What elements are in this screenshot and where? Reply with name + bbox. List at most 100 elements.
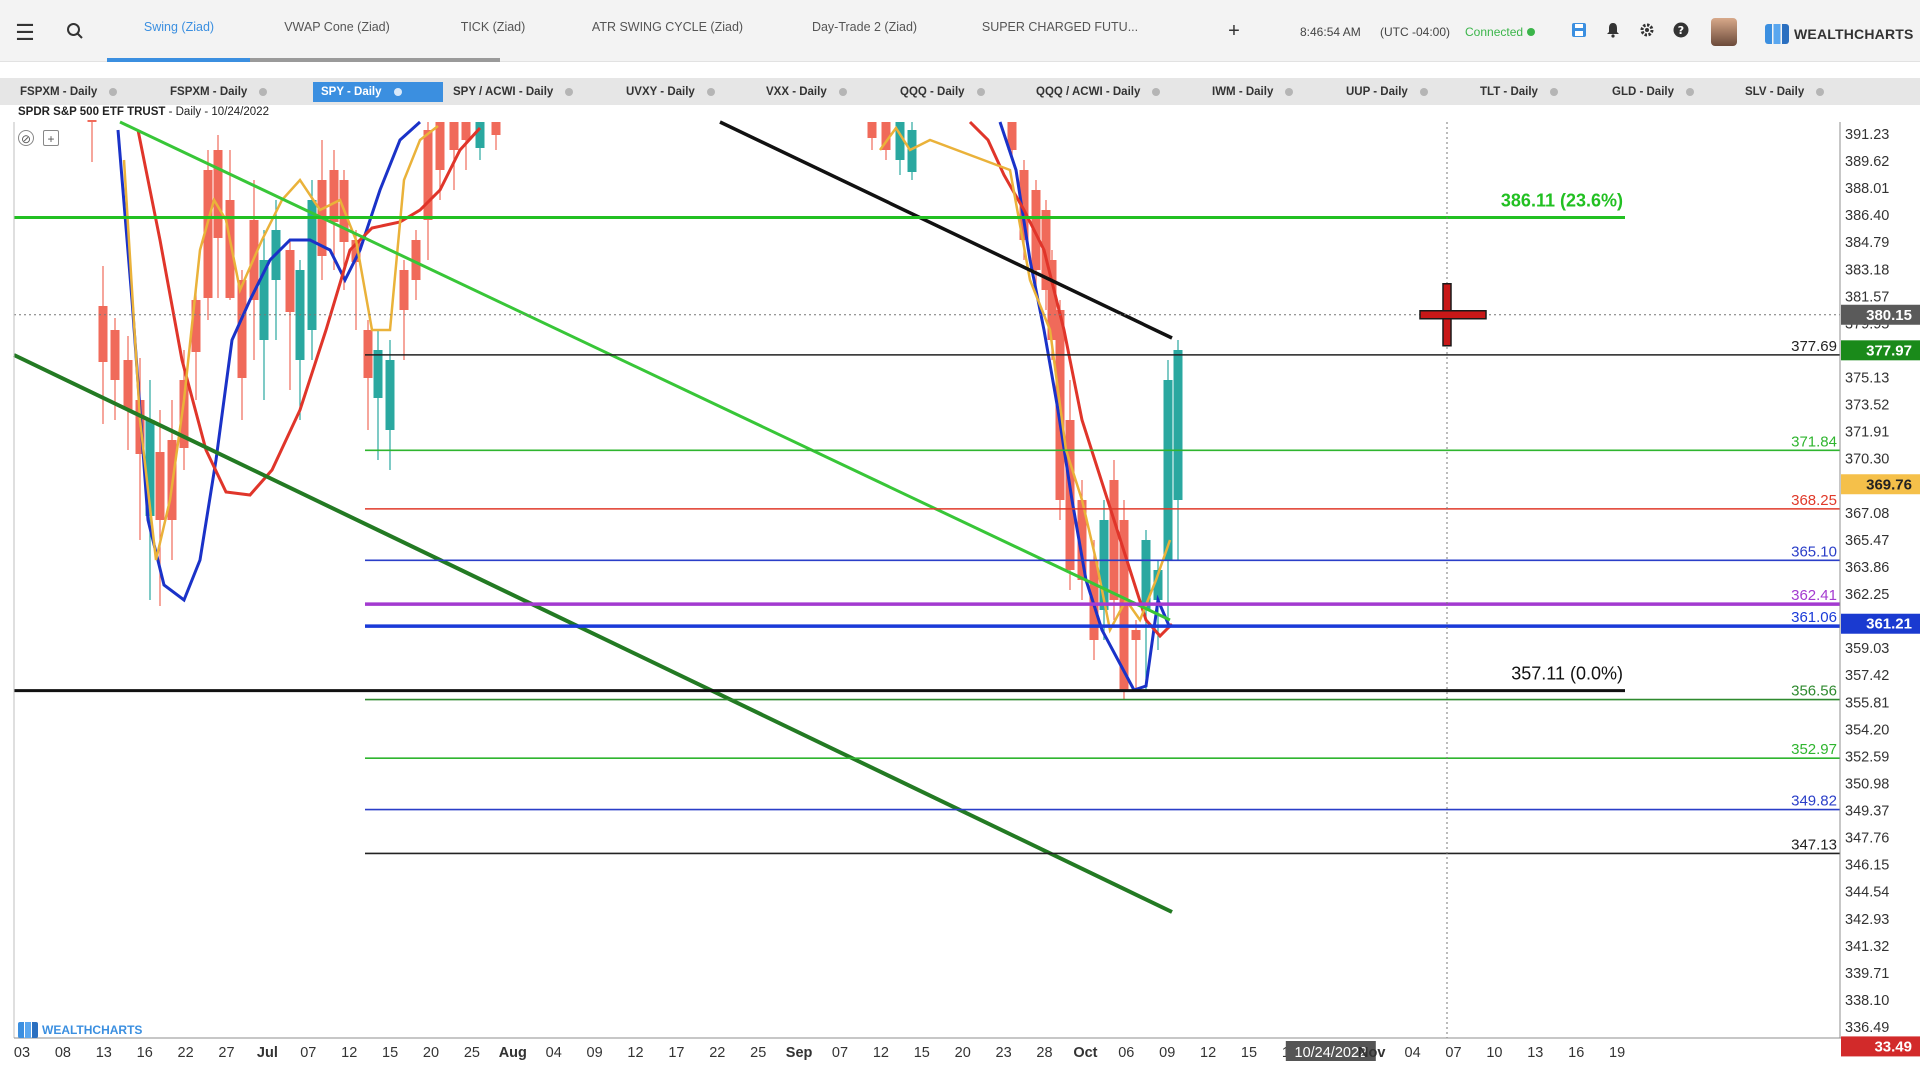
candle-body (1131, 630, 1141, 640)
chart-tab-vxx[interactable]: VXX - Daily (758, 82, 863, 102)
connection-dot-icon (1527, 28, 1536, 36)
x-tick-label: 12 (627, 1045, 643, 1061)
candle-body (461, 122, 471, 140)
candle-body (475, 122, 485, 148)
price-badge-label: 377.97 (1866, 342, 1912, 359)
tab-status-dot-icon (1816, 87, 1825, 96)
level-label: 352.97 (1791, 741, 1837, 758)
save-icon[interactable] (1568, 22, 1590, 44)
x-tick-label: Sep (786, 1045, 813, 1061)
candle-body (449, 122, 459, 150)
workspace-tab-tick[interactable]: TICK (Ziad) (448, 20, 538, 34)
chart-tab-spy-acwi[interactable]: SPY / ACWI - Daily (445, 82, 585, 102)
chart-tab-label: FSPXM - Daily (20, 86, 98, 98)
remove-icon[interactable]: ⊘ (18, 130, 34, 146)
candle-body (867, 122, 877, 138)
chart-tab-label: SPY - Daily (321, 86, 382, 98)
fib-level-label: 357.11 (0.0%) (1511, 664, 1623, 684)
search-icon[interactable] (62, 20, 88, 46)
tab-status-dot-icon (565, 87, 574, 96)
chart-tab-bar: FSPXM - Daily FSPXM - Daily SPY - Daily … (0, 78, 1920, 105)
y-tick-label: 363.86 (1845, 560, 1889, 576)
level-label: 377.69 (1791, 338, 1837, 355)
x-tick-label: 10 (1486, 1045, 1502, 1061)
tab-status-dot-icon (1685, 87, 1694, 96)
x-tick-label: 28 (1036, 1045, 1052, 1061)
y-tick-label: 338.10 (1845, 993, 1889, 1009)
level-label: 347.13 (1791, 836, 1837, 853)
y-tick-label: 354.20 (1845, 722, 1889, 738)
x-tick-label: 19 (1609, 1045, 1625, 1061)
tab-status-dot-icon (976, 87, 985, 96)
tab-status-dot-icon (706, 87, 715, 96)
chart-tab-qqq-acwi[interactable]: QQQ / ACWI - Daily (1028, 82, 1173, 102)
x-tick-label: 23 (996, 1045, 1012, 1061)
y-tick-label: 386.40 (1845, 208, 1889, 224)
level-label: 361.06 (1791, 609, 1837, 626)
workspace-tab-atr-swing-cycle[interactable]: ATR SWING CYCLE (Ziad) (585, 20, 750, 34)
chart-tab-iwm[interactable]: IWM - Daily (1204, 82, 1309, 102)
x-tick-label: 04 (1405, 1045, 1421, 1061)
chart-tab-gld[interactable]: GLD - Daily (1604, 82, 1712, 102)
chart-tab-qqq[interactable]: QQQ - Daily (892, 82, 1007, 102)
candle-body (285, 250, 295, 312)
workspace-tab-day-trade-2[interactable]: Day-Trade 2 (Ziad) (802, 20, 927, 34)
y-tick-label: 389.62 (1845, 154, 1889, 170)
y-tick-label: 341.32 (1845, 939, 1889, 955)
chart-tab-fspxm-2[interactable]: FSPXM - Daily (162, 82, 280, 102)
crosshair-cursor-bar (1419, 310, 1487, 320)
symbol-name: SPDR S&P 500 ETF TRUST (18, 106, 166, 118)
y-tick-label: 375.13 (1845, 371, 1889, 387)
chart-tab-label: QQQ - Daily (900, 86, 965, 98)
chart-tab-label: QQQ / ACWI - Daily (1036, 86, 1141, 98)
timezone-label: (UTC -04:00) (1380, 25, 1451, 39)
chart-tab-slv[interactable]: SLV - Daily (1737, 82, 1837, 102)
watermark-logo-icon (18, 1022, 38, 1038)
candle-body (435, 122, 445, 170)
chart-tab-tlt[interactable]: TLT - Daily (1472, 82, 1577, 102)
chart-tab-spy[interactable]: SPY - Daily (313, 82, 443, 102)
chart-tab-uvxy[interactable]: UVXY - Daily (618, 82, 733, 102)
workspace-tab-swing[interactable]: Swing (Ziad) (118, 20, 240, 34)
chart-tab-fspxm-1[interactable]: FSPXM - Daily (12, 82, 130, 102)
chart-tab-label: UVXY - Daily (626, 86, 695, 98)
tab-status-dot-icon (259, 87, 268, 96)
tab-scrollbar[interactable] (250, 58, 500, 62)
candle-body (363, 330, 373, 378)
price-badge-label: 361.21 (1866, 616, 1912, 633)
x-tick-label: 20 (423, 1045, 439, 1061)
price-badge-label: 33.49 (1874, 1038, 1912, 1055)
y-tick-label: 365.47 (1845, 533, 1889, 549)
y-tick-label: 352.59 (1845, 749, 1889, 765)
connection-status-label: Connected (1465, 25, 1524, 39)
add-tab-button[interactable]: + (1223, 20, 1245, 42)
brand-logo-icon (1765, 24, 1789, 44)
level-label: 371.84 (1791, 433, 1837, 450)
workspace-tab-super-charged[interactable]: SUPER CHARGED FUTU... (980, 20, 1140, 34)
level-label: 368.25 (1791, 492, 1837, 509)
expand-icon[interactable]: + (43, 130, 59, 146)
chart-tab-label: VXX - Daily (766, 86, 827, 98)
y-tick-label: 346.15 (1845, 858, 1889, 874)
avatar[interactable] (1711, 18, 1737, 46)
x-crosshair-date-label: 10/24/2022 (1295, 1045, 1368, 1061)
watermark-text: WEALTHCHARTS (42, 1023, 143, 1037)
x-tick-label: Nov (1358, 1045, 1385, 1061)
workspace-tab-vwap-cone[interactable]: VWAP Cone (Ziad) (272, 20, 402, 34)
price-chart[interactable]: 386.11 (23.6%) 357.11 (0.0%) 377.69 371.84 3… (0, 105, 1920, 1080)
tab-status-dot-icon (1419, 87, 1428, 96)
menu-icon[interactable]: ☰ (12, 20, 38, 46)
bell-icon[interactable] (1602, 22, 1624, 44)
x-tick-label: 13 (1527, 1045, 1543, 1061)
chart-tab-uup[interactable]: UUP - Daily (1338, 82, 1446, 102)
gear-icon[interactable] (1636, 22, 1658, 44)
x-tick-label: 15 (1241, 1045, 1257, 1061)
y-tick-label: 391.23 (1845, 127, 1889, 143)
tab-status-dot-icon (109, 87, 118, 96)
candle-body (1163, 380, 1173, 560)
chart-tab-label: TLT - Daily (1480, 86, 1538, 98)
x-tick-label: 09 (587, 1045, 603, 1061)
candle-body (385, 360, 395, 430)
help-icon[interactable]: ? (1670, 22, 1692, 44)
x-tick-label: 16 (137, 1045, 153, 1061)
